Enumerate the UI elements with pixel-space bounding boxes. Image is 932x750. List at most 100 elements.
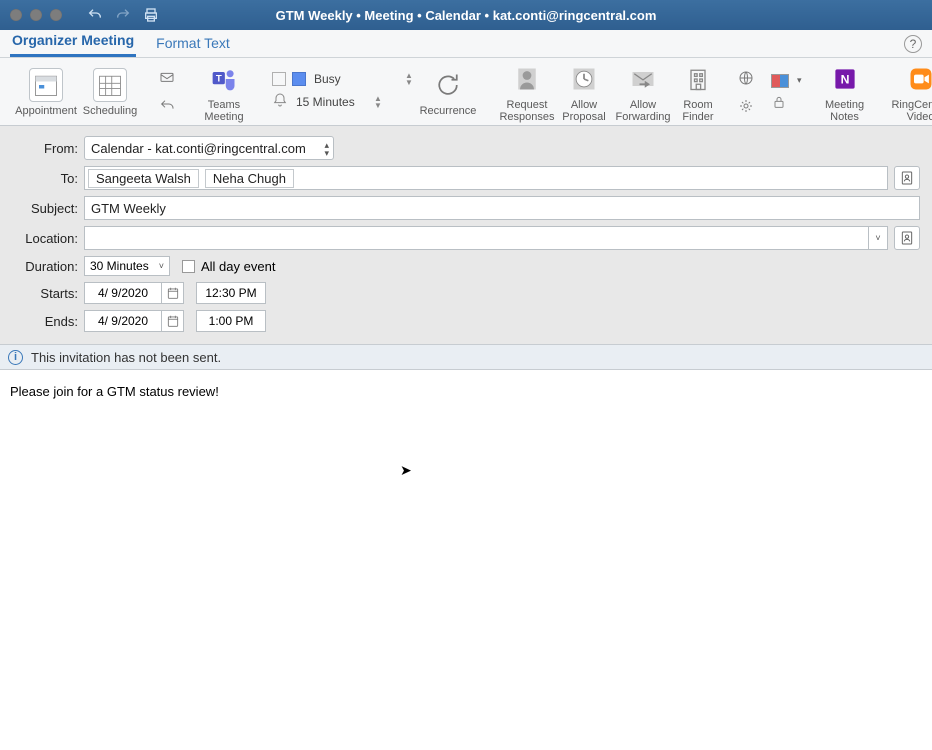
- window-titlebar: GTM Weekly • Meeting • Calendar • kat.co…: [0, 0, 932, 30]
- request-responses-label: Request Responses: [499, 99, 554, 123]
- location-label: Location:: [12, 231, 84, 246]
- clock-icon: [570, 65, 598, 93]
- help-button[interactable]: ?: [904, 35, 922, 53]
- from-label: From:: [12, 141, 84, 156]
- minimize-window-button[interactable]: [30, 9, 42, 21]
- info-bar: i This invitation has not been sent.: [0, 344, 932, 370]
- address-book-icon: [899, 170, 915, 186]
- meeting-form: From: Calendar - kat.conti@ringcentral.c…: [0, 126, 932, 344]
- from-select[interactable]: Calendar - kat.conti@ringcentral.com ▴▾: [84, 136, 334, 160]
- scheduling-button[interactable]: Scheduling: [78, 66, 142, 117]
- blank-square-icon: [272, 72, 286, 86]
- duration-value: 30 Minutes: [90, 259, 149, 273]
- lock-icon: [771, 94, 787, 110]
- print-button[interactable]: [142, 6, 160, 24]
- duration-select[interactable]: 30 Minutes ˅: [84, 256, 170, 276]
- reply-icon[interactable]: [158, 69, 176, 87]
- allow-forwarding-button[interactable]: Allow Forwarding: [611, 60, 675, 123]
- reminder-value: 15 Minutes: [294, 95, 366, 109]
- traffic-lights: [0, 9, 62, 21]
- teams-meeting-label: Teams Meeting: [204, 99, 243, 123]
- tools-icon[interactable]: [737, 97, 755, 115]
- show-as-stepper[interactable]: ▲▼: [403, 72, 415, 86]
- subject-value: GTM Weekly: [91, 201, 166, 216]
- allow-proposal-button[interactable]: Allow Proposal: [557, 60, 611, 123]
- appointment-button[interactable]: Appointment: [14, 66, 78, 117]
- show-as-value: Busy: [312, 72, 397, 86]
- category-swatch-icon: [771, 74, 789, 88]
- quick-access-toolbar: [86, 6, 160, 24]
- allow-proposal-label: Allow Proposal: [562, 99, 605, 123]
- message-body[interactable]: Please join for a GTM status review! ➤: [0, 370, 932, 750]
- meeting-notes-label: Meeting Notes: [825, 99, 864, 123]
- ribbon: Appointment Scheduling T Teams Meeting: [0, 58, 932, 126]
- allow-forwarding-label: Allow Forwarding: [615, 99, 670, 123]
- reminder-stepper[interactable]: ▲▼: [372, 95, 384, 109]
- address-book-button[interactable]: [894, 166, 920, 190]
- ends-date-picker[interactable]: [162, 310, 184, 332]
- svg-text:N: N: [840, 72, 849, 86]
- room-finder-button[interactable]: Room Finder: [675, 60, 721, 123]
- info-text: This invitation has not been sent.: [31, 350, 221, 365]
- location-picker-button[interactable]: [894, 226, 920, 250]
- ends-date-field[interactable]: 4/ 9/2020: [84, 310, 162, 332]
- starts-label: Starts:: [12, 286, 84, 301]
- globe-icon[interactable]: [737, 69, 755, 87]
- forward-icon: [629, 65, 657, 93]
- room-finder-label: Room Finder: [682, 99, 713, 123]
- request-responses-button[interactable]: Request Responses: [497, 60, 557, 123]
- recipient-token[interactable]: Sangeeta Walsh: [88, 169, 199, 188]
- meeting-notes-button[interactable]: N Meeting Notes: [818, 60, 872, 123]
- calendar-icon: [166, 314, 180, 328]
- redo-button[interactable]: [114, 6, 132, 24]
- tab-organizer-meeting[interactable]: Organizer Meeting: [10, 28, 136, 57]
- svg-text:T: T: [216, 74, 222, 85]
- calendar-icon: [32, 71, 60, 99]
- building-icon: [684, 65, 712, 93]
- starts-time-field[interactable]: 12:30 PM: [196, 282, 266, 304]
- mouse-cursor-icon: ➤: [400, 462, 412, 479]
- location-field[interactable]: [84, 226, 868, 250]
- address-book-icon: [899, 230, 915, 246]
- allday-checkbox[interactable]: [182, 260, 195, 273]
- bell-icon: [272, 92, 288, 111]
- reminder-control[interactable]: 15 Minutes ▲▼: [272, 92, 415, 111]
- teams-meeting-button[interactable]: T Teams Meeting: [192, 60, 256, 123]
- appointment-label: Appointment: [15, 105, 77, 117]
- scheduling-label: Scheduling: [83, 105, 137, 117]
- duration-label: Duration:: [12, 259, 84, 274]
- ends-time-field[interactable]: 1:00 PM: [196, 310, 266, 332]
- starts-date-field[interactable]: 4/ 9/2020: [84, 282, 162, 304]
- ringcentral-video-button[interactable]: RingCentral Video: [888, 60, 932, 123]
- ends-label: Ends:: [12, 314, 84, 329]
- ribbon-tabs: Organizer Meeting Format Text ?: [0, 30, 932, 58]
- recurrence-icon: [434, 71, 462, 99]
- private-control[interactable]: [771, 94, 802, 110]
- recipient-token[interactable]: Neha Chugh: [205, 169, 294, 188]
- recurrence-button[interactable]: Recurrence: [415, 66, 481, 117]
- teams-icon: T: [210, 65, 238, 93]
- category-control[interactable]: ▾: [771, 74, 802, 88]
- busy-color-icon: [292, 72, 306, 86]
- allday-label: All day event: [201, 259, 275, 274]
- ringcentral-video-label: RingCentral Video: [891, 99, 932, 123]
- starts-date-picker[interactable]: [162, 282, 184, 304]
- subject-label: Subject:: [12, 201, 84, 216]
- zoom-window-button[interactable]: [50, 9, 62, 21]
- video-icon: [907, 65, 932, 93]
- scheduling-icon: [96, 71, 124, 99]
- recurrence-label: Recurrence: [420, 105, 477, 117]
- tab-format-text[interactable]: Format Text: [154, 31, 232, 57]
- from-value: Calendar - kat.conti@ringcentral.com: [91, 141, 306, 156]
- close-window-button[interactable]: [10, 9, 22, 21]
- to-field[interactable]: Sangeeta Walsh Neha Chugh: [84, 166, 888, 190]
- show-as-control[interactable]: Busy ▲▼: [272, 72, 415, 86]
- info-icon: i: [8, 350, 23, 365]
- location-dropdown-button[interactable]: ˅: [868, 226, 888, 250]
- subject-field[interactable]: GTM Weekly: [84, 196, 920, 220]
- undo-button[interactable]: [86, 6, 104, 24]
- calendar-icon: [166, 286, 180, 300]
- person-icon: [513, 65, 541, 93]
- body-text: Please join for a GTM status review!: [10, 384, 219, 399]
- reply-all-icon[interactable]: [158, 97, 176, 115]
